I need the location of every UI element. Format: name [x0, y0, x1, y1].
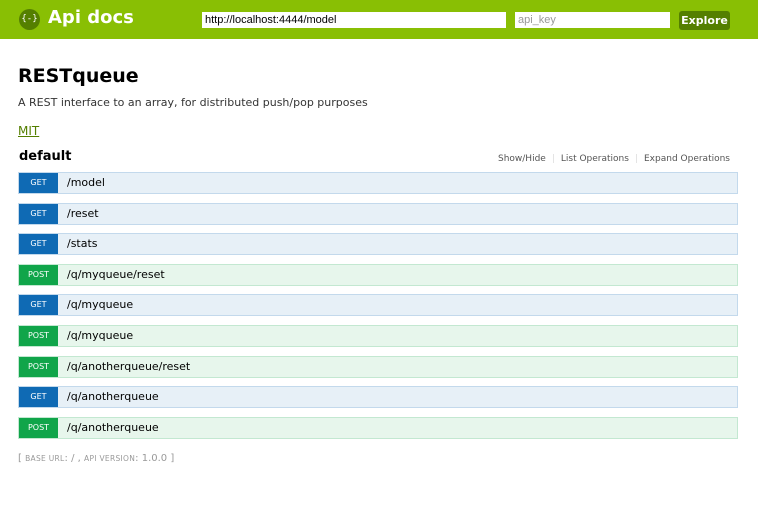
api-version-value: 1.0.0 — [141, 453, 168, 464]
http-method-badge[interactable]: POST — [19, 357, 58, 377]
footer-open-bracket: [ — [18, 453, 22, 464]
resource-heading[interactable]: default — [19, 149, 71, 164]
endpoint-path[interactable]: /q/anotherqueue — [67, 387, 159, 407]
http-method-badge[interactable]: POST — [19, 326, 58, 346]
endpoint-row[interactable]: POST/q/myqueue/reset — [18, 264, 738, 286]
endpoint-row[interactable]: GET/stats — [18, 233, 738, 255]
endpoint-path[interactable]: /q/myqueue — [67, 295, 133, 315]
endpoint-row[interactable]: GET/model — [18, 172, 738, 194]
show-hide-link[interactable]: Show/Hide — [492, 154, 552, 164]
base-url-value: / — [71, 453, 75, 464]
header-bar: {-} Api docs http://localhost:4444/model… — [0, 0, 758, 39]
api-footer: [ BASE URL: / , API VERSION: 1.0.0 ] — [18, 453, 175, 464]
swagger-logo-icon[interactable]: {-} — [19, 9, 40, 30]
endpoint-path[interactable]: /reset — [67, 204, 99, 224]
endpoint-row[interactable]: GET/reset — [18, 203, 738, 225]
app-title[interactable]: Api docs — [48, 7, 134, 28]
http-method-badge[interactable]: GET — [19, 387, 58, 407]
endpoint-row[interactable]: POST/q/anotherqueue/reset — [18, 356, 738, 378]
http-method-badge[interactable]: GET — [19, 173, 58, 193]
http-method-badge[interactable]: GET — [19, 234, 58, 254]
explore-button[interactable]: Explore — [679, 11, 730, 30]
api-title: RESTqueue — [18, 65, 139, 87]
http-method-badge[interactable]: GET — [19, 295, 58, 315]
url-input[interactable]: http://localhost:4444/model — [202, 12, 506, 28]
http-method-badge[interactable]: GET — [19, 204, 58, 224]
endpoint-path[interactable]: /model — [67, 173, 105, 193]
endpoint-row[interactable]: GET/q/myqueue — [18, 294, 738, 316]
http-method-badge[interactable]: POST — [19, 418, 58, 438]
endpoint-path[interactable]: /q/anotherqueue — [67, 418, 159, 438]
endpoint-path[interactable]: /q/myqueue/reset — [67, 265, 165, 285]
http-method-badge[interactable]: POST — [19, 265, 58, 285]
api-description: A REST interface to an array, for distri… — [18, 96, 368, 109]
endpoint-row[interactable]: GET/q/anotherqueue — [18, 386, 738, 408]
endpoint-row[interactable]: POST/q/myqueue — [18, 325, 738, 347]
endpoint-path[interactable]: /stats — [67, 234, 98, 254]
api-key-input[interactable] — [515, 12, 670, 28]
expand-operations-link[interactable]: Expand Operations — [638, 154, 730, 164]
endpoint-path[interactable]: /q/anotherqueue/reset — [67, 357, 190, 377]
list-operations-link[interactable]: List Operations — [555, 154, 635, 164]
license-link[interactable]: MIT — [18, 124, 39, 138]
footer-close-bracket: ] — [170, 453, 175, 464]
api-version-label: API VERSION — [84, 454, 136, 463]
endpoint-path[interactable]: /q/myqueue — [67, 326, 133, 346]
resource-operations: Show/Hide | List Operations | Expand Operati… — [492, 154, 730, 164]
endpoint-row[interactable]: POST/q/anotherqueue — [18, 417, 738, 439]
base-url-label: BASE URL — [25, 454, 65, 463]
